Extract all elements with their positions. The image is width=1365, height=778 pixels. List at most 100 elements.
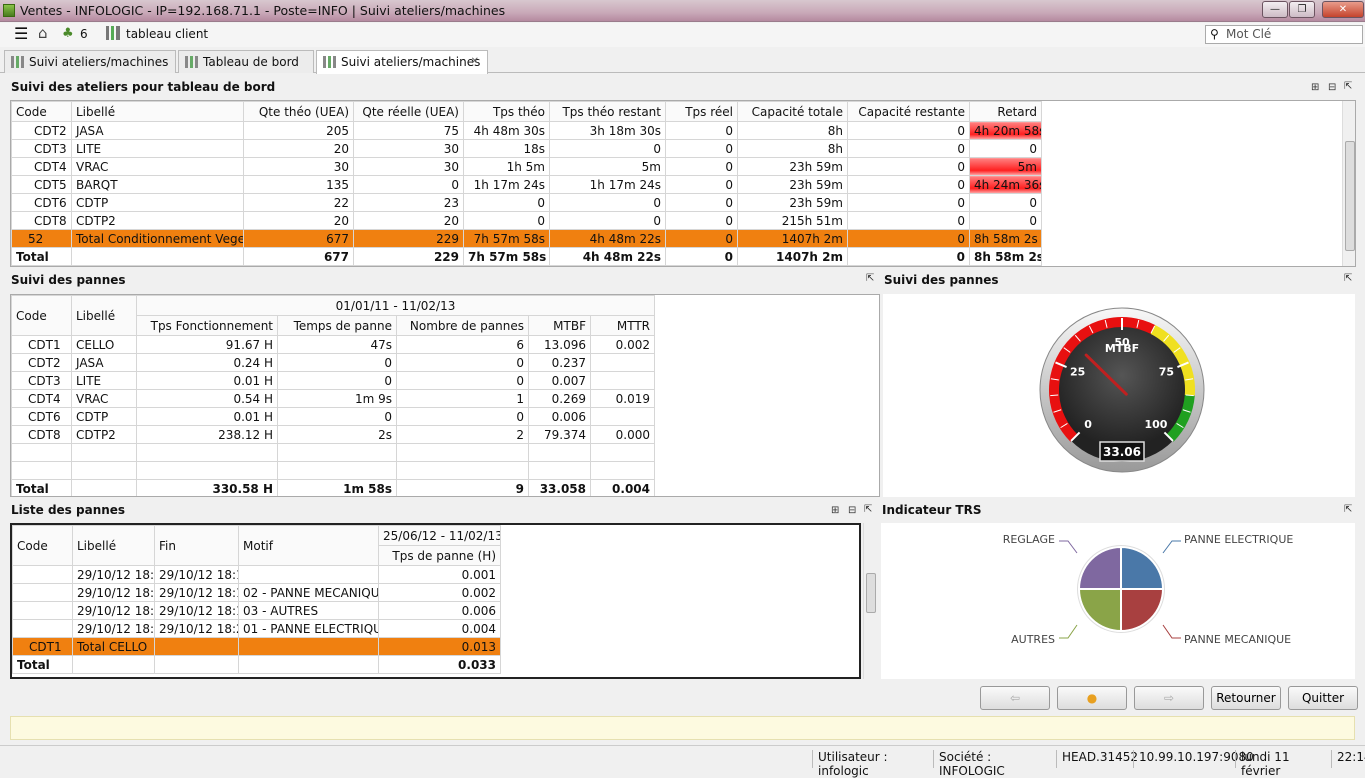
cell: 0 [847, 157, 970, 176]
col-libelle[interactable]: Libellé [71, 295, 137, 336]
home-button[interactable]: ● [1057, 686, 1127, 710]
table-row[interactable]: 29/10/12 18:1129/10/12 18:1102 - PANNE M… [12, 583, 501, 602]
table-row[interactable]: CDT6 CDTP 0.01 H 0 0 0.006 [11, 407, 655, 426]
cell: 0 [549, 211, 666, 230]
cell: 52 [11, 229, 72, 248]
table-row[interactable]: CDT5 BARQT 135 0 1h 17m 24s 1h 17m 24s 0 23h 59… [11, 175, 1042, 194]
table-row[interactable]: CDT4 VRAC 30 30 1h 5m 5m 0 23h 59m 0 5m [11, 157, 1042, 176]
pie-slice[interactable] [1120, 545, 1165, 590]
cell: 0 [463, 193, 550, 212]
table-row[interactable]: 29/10/12 18:1229/10/12 18:1203 - AUTRES0… [12, 601, 501, 620]
status-bar: Utilisateur : infologic Société : INFOLO… [0, 745, 1365, 778]
total-row[interactable]: Total 677 229 7h 57m 58s 4h 48m 22s 0 1407h 2m… [11, 247, 1042, 266]
menu-icon[interactable]: ☰ [14, 24, 28, 43]
cell: 0 [277, 353, 397, 372]
col-capacite-restante[interactable]: Capacité restante [847, 101, 970, 122]
tab-close-icon[interactable]: ✕ [471, 51, 479, 73]
collapse-icon[interactable]: ⊟ [848, 505, 856, 516]
table-row[interactable]: 29/10/12 18:1029/10/12 18:10 0.001 [12, 565, 501, 584]
forward-button[interactable]: ⇨ [1134, 686, 1204, 710]
table-row[interactable]: CDT1 CELLO 91.67 H 47s 6 13.096 0.002 [11, 335, 655, 354]
table-row[interactable]: CDT3 LITE 0.01 H 0 0 0.007 [11, 371, 655, 390]
tab-suivi-ateliers-1[interactable]: Suivi ateliers/machines [4, 50, 176, 73]
title-bar: Ventes - INFOLOGIC - IP=192.168.71.1 - P… [0, 0, 1365, 22]
cell: 1h 5m [463, 157, 550, 176]
cell: 20 [243, 139, 354, 158]
ateliers-scrollbar[interactable] [1342, 101, 1355, 266]
col-nb-pannes[interactable]: Nombre de pannes [396, 315, 529, 336]
table-row[interactable]: CDT8 CDTP2 20 20 0 0 0 215h 51m 0 0 [11, 211, 1042, 230]
liste-scrollbar[interactable] [863, 523, 877, 679]
col-code[interactable]: Code [12, 525, 73, 566]
pie-slice[interactable] [1120, 588, 1165, 633]
favorites-icon[interactable]: ♣ [62, 26, 74, 41]
cell: 0 [665, 175, 738, 194]
col-qte-theo[interactable]: Qte théo (UEA) [243, 101, 354, 122]
cell [154, 637, 239, 656]
popout-icon[interactable]: ⇱ [1344, 504, 1352, 515]
expand-icon[interactable]: ⊞ [1311, 82, 1319, 93]
home-icon[interactable]: ⌂ [38, 24, 48, 42]
search-input[interactable]: Mot Clé [1205, 25, 1363, 44]
col-qte-reelle[interactable]: Qte réelle (UEA) [353, 101, 464, 122]
popout-icon[interactable]: ⇱ [1344, 81, 1352, 92]
cell: CDT8 [11, 425, 72, 444]
pie-slice[interactable] [1077, 545, 1122, 590]
tableau-client-link[interactable]: tableau client [126, 27, 208, 41]
table-row[interactable]: CDT2 JASA 0.24 H 0 0 0.237 [11, 353, 655, 372]
col-tps-theo-restant[interactable]: Tps théo restant [549, 101, 666, 122]
cell: CELLO [71, 335, 137, 354]
popout-icon[interactable]: ⇱ [1344, 273, 1352, 284]
table-row[interactable]: CDT8 CDTP2 238.12 H 2s 2 79.374 0.000 [11, 425, 655, 444]
expand-icon[interactable]: ⊞ [831, 505, 839, 516]
tab-tableau-de-bord[interactable]: Tableau de bord [178, 50, 314, 73]
cell: 0.004 [590, 479, 655, 496]
cell: 0 [277, 371, 397, 390]
subtotal-row[interactable]: CDT1 Total CELLO 0.013 [12, 637, 501, 656]
cell: 5m [549, 157, 666, 176]
col-code[interactable]: Code [11, 295, 72, 336]
total-row[interactable]: Total 330.58 H 1m 58s 9 33.058 0.004 [11, 479, 655, 496]
col-motif[interactable]: Motif [238, 525, 379, 566]
cell: 0 [847, 247, 970, 266]
cell: 23 [353, 193, 464, 212]
collapse-icon[interactable]: ⊟ [1328, 82, 1336, 93]
subtotal-row[interactable]: 52 Total Conditionnement Vegetal 677 229 7h … [11, 229, 1042, 248]
col-tps-theo[interactable]: Tps théo [463, 101, 550, 122]
table-row[interactable]: CDT6 CDTP 22 23 0 0 0 23h 59m 0 0 [11, 193, 1042, 212]
minimize-button[interactable]: — [1262, 1, 1288, 18]
cell: 8h 58m 2s [969, 229, 1042, 248]
table-row[interactable]: CDT2 JASA 205 75 4h 48m 30s 3h 18m 30s 0 8h 0 4h … [11, 121, 1042, 140]
col-retard[interactable]: Retard [969, 101, 1042, 122]
col-tps-fonct[interactable]: Tps Fonctionnement [136, 315, 278, 336]
back-button[interactable]: ⇦ [980, 686, 1050, 710]
scroll-thumb[interactable] [866, 573, 876, 613]
total-row[interactable]: Total 0.033 [12, 655, 501, 674]
col-mtbf[interactable]: MTBF [528, 315, 591, 336]
col-libelle[interactable]: Libellé [71, 101, 244, 122]
table-row[interactable]: 29/10/12 18:2329/10/12 18:2301 - PANNE E… [12, 619, 501, 638]
col-tps-panne[interactable]: Tps de panne (H) [378, 545, 501, 566]
pie-leader-line [1059, 540, 1078, 554]
scroll-thumb[interactable] [1345, 141, 1355, 251]
col-libelle[interactable]: Libellé [72, 525, 155, 566]
empty-row [11, 443, 655, 462]
quitter-button[interactable]: Quitter [1288, 686, 1358, 710]
col-code[interactable]: Code [11, 101, 72, 122]
table-row[interactable]: CDT4 VRAC 0.54 H 1m 9s 1 0.269 0.019 [11, 389, 655, 408]
maximize-button[interactable]: ❐ [1289, 1, 1315, 18]
col-temps-panne[interactable]: Temps de panne [277, 315, 397, 336]
col-capacite-totale[interactable]: Capacité totale [737, 101, 848, 122]
retourner-button[interactable]: Retourner [1211, 686, 1281, 710]
close-button[interactable]: ✕ [1322, 1, 1364, 18]
cell: 229 [353, 247, 464, 266]
col-mttr[interactable]: MTTR [590, 315, 655, 336]
popout-icon[interactable]: ⇱ [864, 504, 872, 515]
pie-slice[interactable] [1077, 588, 1122, 633]
col-fin[interactable]: Fin [154, 525, 239, 566]
tab-suivi-ateliers-active[interactable]: Suivi ateliers/machines ✕ [316, 50, 488, 74]
popout-icon[interactable]: ⇱ [866, 273, 874, 284]
col-tps-reel[interactable]: Tps réel [665, 101, 738, 122]
table-row[interactable]: CDT3 LITE 20 30 18s 0 0 8h 0 0 [11, 139, 1042, 158]
cell: CDT6 [11, 193, 72, 212]
